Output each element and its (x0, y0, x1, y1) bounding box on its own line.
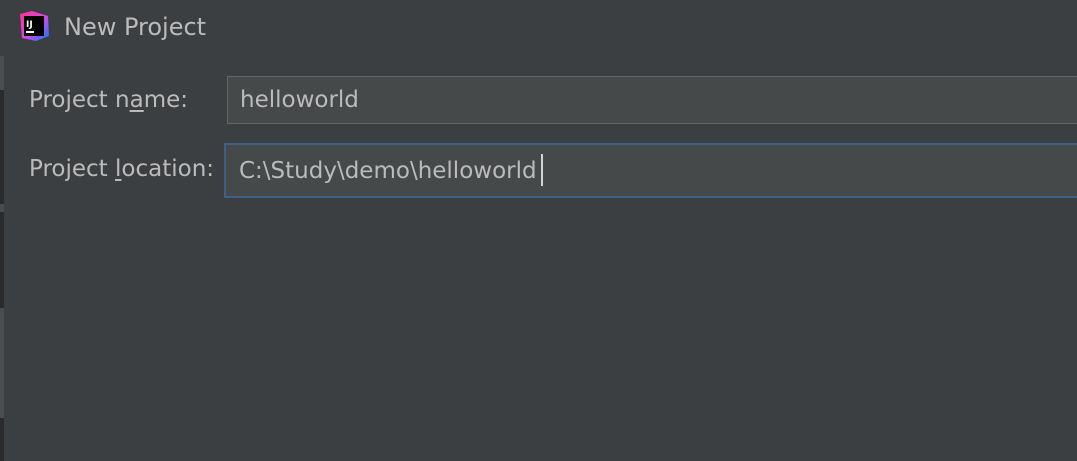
project-location-label: Project location: (29, 156, 215, 182)
title-bar: IJ New Project (0, 0, 1077, 56)
intellij-idea-icon: IJ (20, 11, 49, 41)
window-title: New Project (64, 13, 207, 41)
app-icon-text: IJ (26, 20, 33, 30)
project-name-field[interactable] (227, 76, 1077, 124)
project-name-label: Project name: (29, 87, 189, 113)
project-location-field[interactable] (224, 143, 1077, 198)
text-cursor (541, 154, 543, 186)
window-left-edge (0, 56, 4, 461)
